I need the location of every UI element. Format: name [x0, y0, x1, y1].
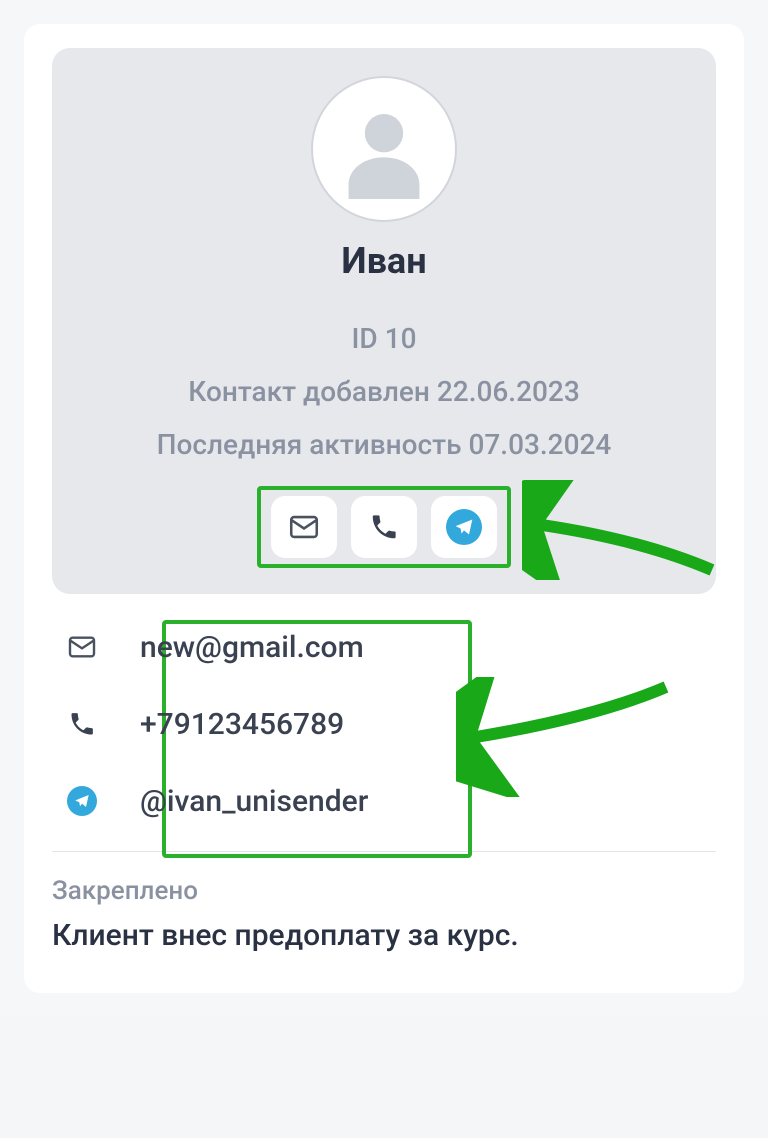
- contact-card: Иван ID 10 Контакт добавлен 22.06.2023 П…: [24, 24, 744, 993]
- phone-icon: [64, 710, 100, 738]
- phone-value[interactable]: +79123456789: [140, 707, 344, 742]
- pinned-label: Закреплено: [52, 876, 716, 906]
- telegram-icon: [446, 509, 482, 545]
- actions-highlight-box: [257, 486, 511, 568]
- phone-button[interactable]: [351, 496, 417, 558]
- contact-id: ID 10: [76, 312, 692, 365]
- annotation-arrow-icon: [522, 480, 722, 580]
- contacts-section: new@gmail.com +79123456789: [52, 630, 716, 819]
- mail-icon: [287, 510, 321, 544]
- phone-row: +79123456789: [56, 707, 716, 742]
- telegram-value[interactable]: @ivan_unisender: [140, 784, 368, 819]
- contact-added-date: Контакт добавлен 22.06.2023: [76, 365, 692, 418]
- profile-hero: Иван ID 10 Контакт добавлен 22.06.2023 П…: [52, 48, 716, 594]
- email-value[interactable]: new@gmail.com: [140, 630, 364, 665]
- annotation-arrow-icon: [456, 677, 676, 797]
- telegram-icon: [64, 786, 100, 816]
- action-row: [257, 486, 511, 568]
- email-button[interactable]: [271, 496, 337, 558]
- divider: [52, 851, 716, 852]
- phone-icon: [369, 512, 399, 542]
- pinned-note: Клиент внес предоплату за курс.: [52, 918, 716, 953]
- mail-icon: [64, 631, 100, 663]
- avatar: [311, 76, 457, 222]
- email-row: new@gmail.com: [56, 630, 716, 665]
- person-icon: [334, 99, 434, 199]
- pinned-section: Закреплено Клиент внес предоплату за кур…: [52, 876, 716, 953]
- contact-name: Иван: [76, 240, 692, 282]
- telegram-button[interactable]: [431, 496, 497, 558]
- telegram-row: @ivan_unisender: [56, 784, 716, 819]
- contact-last-activity: Последняя активность 07.03.2024: [76, 418, 692, 471]
